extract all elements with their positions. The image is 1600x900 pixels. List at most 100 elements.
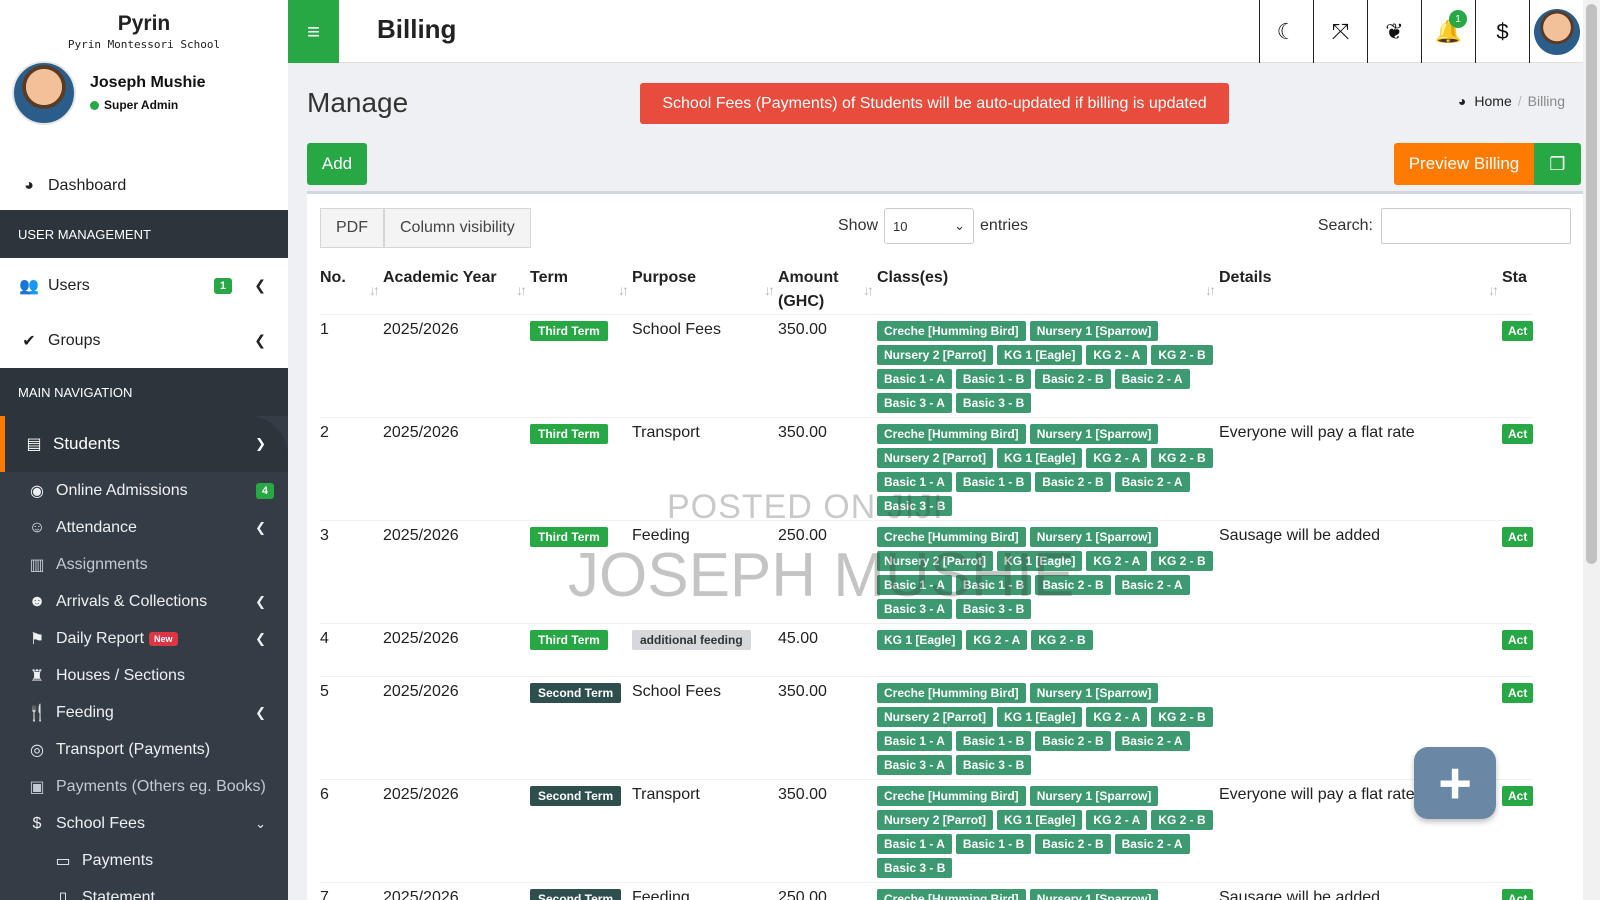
class-tag: KG 2 - A <box>1086 551 1148 571</box>
class-tag: KG 2 - B <box>1151 345 1213 365</box>
entries-select[interactable]: 10 ⌄ <box>884 208 975 244</box>
sidebar-item-school-fees[interactable]: $ School Fees ⌄ <box>0 805 288 842</box>
sidebar-item-users[interactable]: 👥 Users 1 ❮ <box>0 258 288 313</box>
cell-classes: Creche [Humming Bird] Nursery 1 [Sparrow]… <box>877 417 1219 521</box>
sidebar-item-statement[interactable]: ▯ Statement <box>0 879 288 900</box>
sidebar-item-feeding[interactable]: 🍴 Feeding ❮ <box>0 694 288 731</box>
sidebar-item-payments-others[interactable]: ▣ Payments (Others eg. Books) <box>0 768 288 805</box>
cell-year: 2025/2026 <box>383 314 530 418</box>
col-purpose[interactable]: Purpose ↓↑ <box>632 262 778 315</box>
breadcrumb-home[interactable]: Home <box>1474 93 1511 109</box>
theme-button[interactable]: ❦ <box>1367 0 1421 63</box>
cell-term: Third Term <box>530 417 632 521</box>
sidebar-item-daily-report[interactable]: ⚑ Daily Report New ❮ <box>0 620 288 657</box>
cell-amount: 350.00 <box>778 417 877 521</box>
cell-amount: 250.00 <box>778 882 877 900</box>
sidebar-item-students[interactable]: ▤ Students ❯ <box>0 416 288 472</box>
class-tag: KG 1 [Eagle] <box>877 630 963 650</box>
col-academic-year[interactable]: Academic Year ↓↑ <box>383 262 530 315</box>
class-tag: Basic 3 - A <box>877 393 952 413</box>
fullscreen-button[interactable]: ⤧ <box>1313 0 1367 63</box>
table-row: 6 2025/2026 Second Term Transport 350.00 Crec… <box>320 779 1534 883</box>
search-input[interactable] <box>1381 208 1571 244</box>
entries-length: Show 10 ⌄ entries <box>838 208 1028 244</box>
preview-billing-button[interactable]: Preview Billing <box>1394 143 1534 185</box>
sidebar-item-assignments[interactable]: ▥ Assignments <box>0 546 288 583</box>
table-body: 1 2025/2026 Third Term School Fees 350.00 Cre… <box>320 314 1534 900</box>
sidebar-item-arrivals-collections[interactable]: ☻ Arrivals & Collections ❮ <box>0 583 288 620</box>
menu-toggle-button[interactable]: ≡ <box>288 0 339 63</box>
clipboard-icon: ▥ <box>29 556 45 574</box>
user-avatar[interactable] <box>12 61 76 125</box>
cell-year: 2025/2026 <box>383 520 530 624</box>
term-badge: Second Term <box>530 786 622 806</box>
add-button[interactable]: Add <box>307 143 367 185</box>
users-icon: 👥 <box>19 277 39 295</box>
cell-classes: Creche [Humming Bird] Nursery 1 [Sparrow]… <box>877 520 1219 624</box>
dark-mode-button[interactable]: ☾ <box>1259 0 1313 63</box>
sidebar-item-dashboard[interactable]: ◕ Dashboard <box>0 162 288 210</box>
col-classes[interactable]: Class(es) ↓↑ <box>877 262 1219 315</box>
status-badge: Act <box>1502 889 1534 900</box>
cell-status: Act <box>1502 779 1534 883</box>
sidebar-item-groups[interactable]: ✔ Groups ❮ <box>0 313 288 368</box>
cell-classes: Creche [Humming Bird] Nursery 1 [Sparrow] <box>877 882 1219 900</box>
sidebar-item-houses-sections[interactable]: ♜ Houses / Sections <box>0 657 288 694</box>
class-tag: Basic 2 - A <box>1114 575 1190 595</box>
cell-classes: KG 1 [Eagle] KG 2 - A KG 2 - B <box>877 623 1219 677</box>
purpose-text: Feeding <box>632 527 690 544</box>
status-badge: Act <box>1502 527 1534 547</box>
utensils-icon: 🍴 <box>27 704 47 722</box>
sidebar-item-payments[interactable]: ▭ Payments <box>0 842 288 879</box>
sidebar-item-transport-payments[interactable]: ◎ Transport (Payments) <box>0 731 288 768</box>
cell-no: 7 <box>320 882 383 900</box>
sort-icon: ↓↑ <box>618 282 629 298</box>
floating-add-button[interactable]: + <box>1414 747 1496 819</box>
cell-details: Sausage will be added <box>1219 882 1502 900</box>
sort-icon: ↓↑ <box>369 282 380 298</box>
col-amount[interactable]: Amount (GHC) ↓↑ <box>778 262 877 315</box>
section-main-navigation: MAIN NAVIGATION <box>0 368 288 416</box>
class-tag: KG 2 - B <box>1151 707 1213 727</box>
notifications-button[interactable]: 🔔 1 <box>1421 0 1475 63</box>
copy-button[interactable]: ❐ <box>1534 143 1581 185</box>
sort-icon: ↓↑ <box>516 282 527 298</box>
profile-button[interactable] <box>1529 0 1583 63</box>
class-tag: Basic 2 - A <box>1114 472 1190 492</box>
col-status[interactable]: Sta <box>1502 262 1533 315</box>
sidebar-header: Pyrin Pyrin Montessori School Joseph Mus… <box>0 0 288 210</box>
sidebar: Pyrin Pyrin Montessori School Joseph Mus… <box>0 0 288 900</box>
col-term[interactable]: Term ↓↑ <box>530 262 632 315</box>
class-tag: Basic 2 - A <box>1114 731 1190 751</box>
sidebar-item-online-admissions[interactable]: ◉ Online Admissions 4 <box>0 472 288 509</box>
billing-alert: School Fees (Payments) of Students will … <box>640 83 1229 124</box>
sidebar-item-attendance[interactable]: ☺ Attendance ❮ <box>0 509 288 546</box>
scrollbar-thumb[interactable] <box>1586 4 1597 564</box>
purpose-text: Transport <box>632 424 700 441</box>
col-no[interactable]: No. ↓↑ <box>320 262 383 315</box>
search-box: Search: <box>1318 208 1571 244</box>
class-tag: Basic 2 - B <box>1035 369 1111 389</box>
cash-register-button[interactable]: $ <box>1475 0 1529 63</box>
dollar-circle-icon: $ <box>32 814 42 832</box>
cell-amount: 45.00 <box>778 623 877 677</box>
new-badge: New <box>149 631 178 646</box>
chevron-left-icon: ❮ <box>255 593 266 609</box>
pdf-button[interactable]: PDF <box>320 208 384 248</box>
class-tag: Basic 1 - A <box>877 731 952 751</box>
status-badge: Act <box>1502 683 1534 703</box>
class-tag: Basic 3 - B <box>877 858 953 878</box>
user-check-icon: ☺ <box>28 518 46 536</box>
users-badge: 1 <box>213 277 232 294</box>
class-tag: Basic 3 - A <box>877 599 952 619</box>
col-details[interactable]: Details ↓↑ <box>1219 262 1502 315</box>
dashboard-icon: ◕ <box>1457 93 1467 109</box>
cell-amount: 250.00 <box>778 520 877 624</box>
class-tag: Nursery 2 [Parrot] <box>877 810 994 830</box>
term-badge: Second Term <box>530 683 622 703</box>
cell-details <box>1219 314 1502 418</box>
class-tag: Nursery 1 [Sparrow] <box>1029 527 1159 547</box>
page-scrollbar[interactable] <box>1583 0 1600 900</box>
column-visibility-button[interactable]: Column visibility <box>384 208 531 248</box>
class-tag: Nursery 2 [Parrot] <box>877 551 994 571</box>
